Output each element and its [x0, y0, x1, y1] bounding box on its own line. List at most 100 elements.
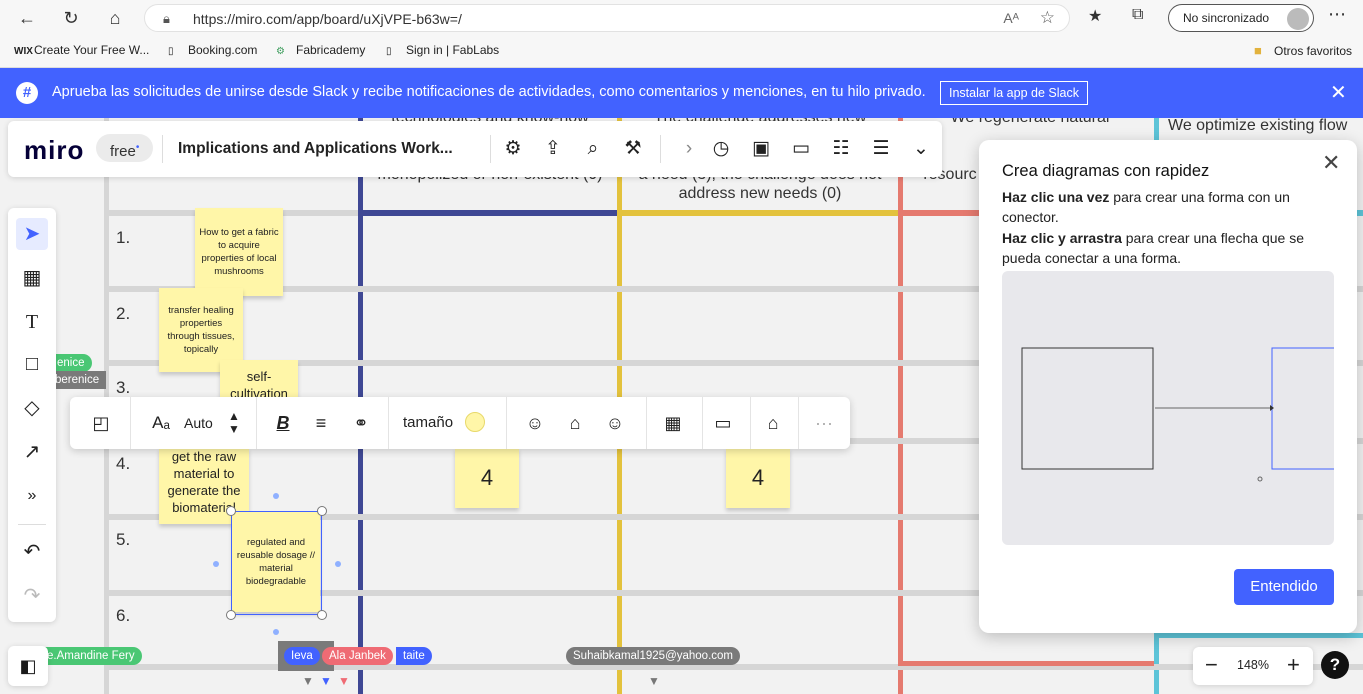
add-favorite-icon[interactable]: ☆ — [1040, 8, 1055, 28]
favorites-icon[interactable]: ★ — [1088, 6, 1102, 26]
slack-banner: # Aprueba las solicitudes de unirse desd… — [0, 68, 1363, 118]
resize-handle[interactable] — [226, 610, 236, 620]
collections-icon[interactable]: ⧉ — [1132, 6, 1143, 24]
install-slack-button[interactable]: Instalar la app de Slack — [940, 81, 1088, 105]
bookmark-booking[interactable]: ▯ Booking.com — [168, 43, 257, 57]
other-favorites-folder[interactable]: ■ Otros favoritos — [1254, 43, 1352, 58]
timer-icon[interactable]: ◷ — [708, 136, 734, 162]
zoom-in-button[interactable]: + — [1287, 652, 1300, 678]
connector-dot[interactable] — [273, 629, 279, 635]
folder-label: Otros favoritos — [1274, 44, 1353, 58]
tag-icon[interactable]: ⌂ — [562, 410, 588, 436]
connector-dot[interactable] — [273, 493, 279, 499]
zoom-control: − 148% + — [1193, 647, 1313, 685]
diagram-tip-popover: Crea diagramas con rapidez ✕ Haz clic un… — [979, 140, 1357, 633]
home-icon[interactable]: ⌂ — [102, 5, 128, 31]
font-size-stepper-icon[interactable]: ▲ ▼ — [228, 410, 240, 436]
search-icon[interactable]: ⌕ — [580, 136, 606, 162]
comment-icon[interactable]: ▭ — [710, 410, 736, 436]
address-bar[interactable]: 🔒︎ https://miro.com/app/board/uXjVPE-b63… — [144, 4, 1070, 32]
zoom-out-button[interactable]: − — [1205, 652, 1218, 678]
color-swatch[interactable] — [465, 412, 485, 432]
calendar-icon[interactable]: ☷ — [828, 136, 854, 162]
chevron-right-icon[interactable]: › — [676, 136, 702, 162]
align-icon[interactable]: ≡ — [308, 410, 334, 436]
more-tools-icon[interactable]: » — [16, 480, 48, 512]
slack-icon: # — [16, 82, 38, 104]
lock-icon: 🔒︎ — [163, 11, 170, 26]
bookmarks-bar: WIXCreate Your Free W... ▯ Booking.com ⚙ F… — [0, 36, 1363, 68]
collaborator-cursor: Ieva — [284, 647, 320, 665]
divider — [162, 135, 163, 163]
header-bar — [363, 210, 617, 216]
miro-logo[interactable]: miro — [24, 135, 84, 166]
shapes-icon[interactable]: ◇ — [16, 392, 48, 424]
grid-line — [1154, 633, 1363, 638]
more-options-icon[interactable]: ⋯ — [1328, 4, 1346, 25]
connector-dot[interactable] — [213, 561, 219, 567]
sticky-note[interactable]: self-cultivation — [220, 360, 298, 401]
grid-line — [898, 661, 1154, 666]
templates-icon[interactable]: ▦ — [16, 262, 48, 294]
lock-icon[interactable]: ⌂ — [760, 410, 786, 436]
bookmark-fablabs[interactable]: ▯ Sign in | FabLabs — [386, 43, 499, 57]
close-icon[interactable]: ✕ — [1330, 80, 1347, 105]
undo-icon[interactable]: ↶ — [16, 536, 48, 568]
connector-dot[interactable] — [335, 561, 341, 567]
collaborator-cursor: enice — [50, 354, 92, 372]
read-aloud-icon[interactable]: Aᴬ — [1003, 10, 1019, 26]
row-number: 3. — [116, 378, 131, 397]
resize-handle[interactable] — [226, 506, 236, 516]
size-label[interactable]: tamaño — [403, 410, 453, 436]
plan-badge[interactable]: free• — [96, 134, 154, 162]
help-icon[interactable]: ? — [1321, 651, 1349, 679]
chevron-down-icon[interactable]: ⌄ — [908, 136, 934, 162]
more-options-icon[interactable]: ··· — [812, 410, 836, 436]
voting-icon[interactable]: ▣ — [748, 136, 774, 162]
notes-icon[interactable]: ☰ — [868, 136, 894, 162]
connection-line-icon[interactable]: ↗ — [16, 436, 48, 468]
collaborator-cursor: Ala Janbek — [322, 647, 393, 665]
profile-sync-button[interactable]: No sincronizado — [1168, 4, 1314, 32]
share-upload-icon[interactable]: ⇪ — [540, 136, 566, 162]
cursor-arrow-icon: ▼ — [320, 674, 332, 688]
page-icon: ▯ — [386, 46, 392, 57]
bookmark-fabricademy[interactable]: ⚙ Fabricademy — [276, 43, 365, 57]
board-list-icon[interactable]: ◧ — [8, 646, 48, 686]
cursor-arrow-icon: ▼ — [302, 674, 314, 688]
resize-handle[interactable] — [317, 506, 327, 516]
back-icon[interactable]: ← — [14, 5, 40, 31]
font-size-value[interactable]: Auto — [184, 410, 213, 436]
sticky-note[interactable]: 4 — [726, 448, 790, 508]
divider — [256, 397, 257, 449]
assign-user-icon[interactable]: ☺ — [522, 410, 548, 436]
sticky-type-icon[interactable]: ◰ — [88, 410, 114, 436]
bookmark-label: Booking.com — [188, 43, 258, 57]
resize-handle[interactable] — [317, 610, 327, 620]
close-icon[interactable]: ✕ — [1322, 150, 1340, 176]
presentation-icon[interactable]: ▭ — [788, 136, 814, 162]
bold-icon[interactable]: B — [270, 410, 296, 436]
zoom-level[interactable]: 148% — [1237, 658, 1269, 672]
sticky-note[interactable]: 4 — [455, 448, 519, 508]
settings-icon[interactable]: ⚙ — [500, 136, 526, 162]
card-icon[interactable]: ▦ — [660, 410, 686, 436]
apps-icon[interactable]: ⚒ — [620, 136, 646, 162]
emoji-icon[interactable]: ☺ — [602, 410, 628, 436]
text-tool-icon[interactable]: T — [16, 306, 48, 338]
font-icon[interactable]: Aₐ — [148, 410, 174, 436]
select-tool-icon[interactable]: ➤ — [16, 218, 48, 250]
sticky-note-icon[interactable]: □ — [16, 348, 48, 380]
reload-icon[interactable]: ↻ — [58, 5, 84, 31]
row-number: 2. — [116, 304, 131, 323]
got-it-button[interactable]: Entendido — [1234, 569, 1334, 605]
link-icon[interactable]: ⚭ — [348, 410, 374, 436]
row-number: 5. — [116, 530, 131, 549]
diagram-preview — [1002, 271, 1334, 545]
bookmark-wix[interactable]: WIXCreate Your Free W... — [14, 43, 149, 57]
redo-icon[interactable]: ↷ — [16, 580, 48, 612]
collaborator-cursor: berenice — [48, 371, 107, 389]
sticky-note[interactable]: How to get a fabric to acquire propertie… — [195, 208, 283, 296]
board-title[interactable]: Implications and Applications Work... — [178, 140, 453, 158]
divider — [702, 397, 703, 449]
